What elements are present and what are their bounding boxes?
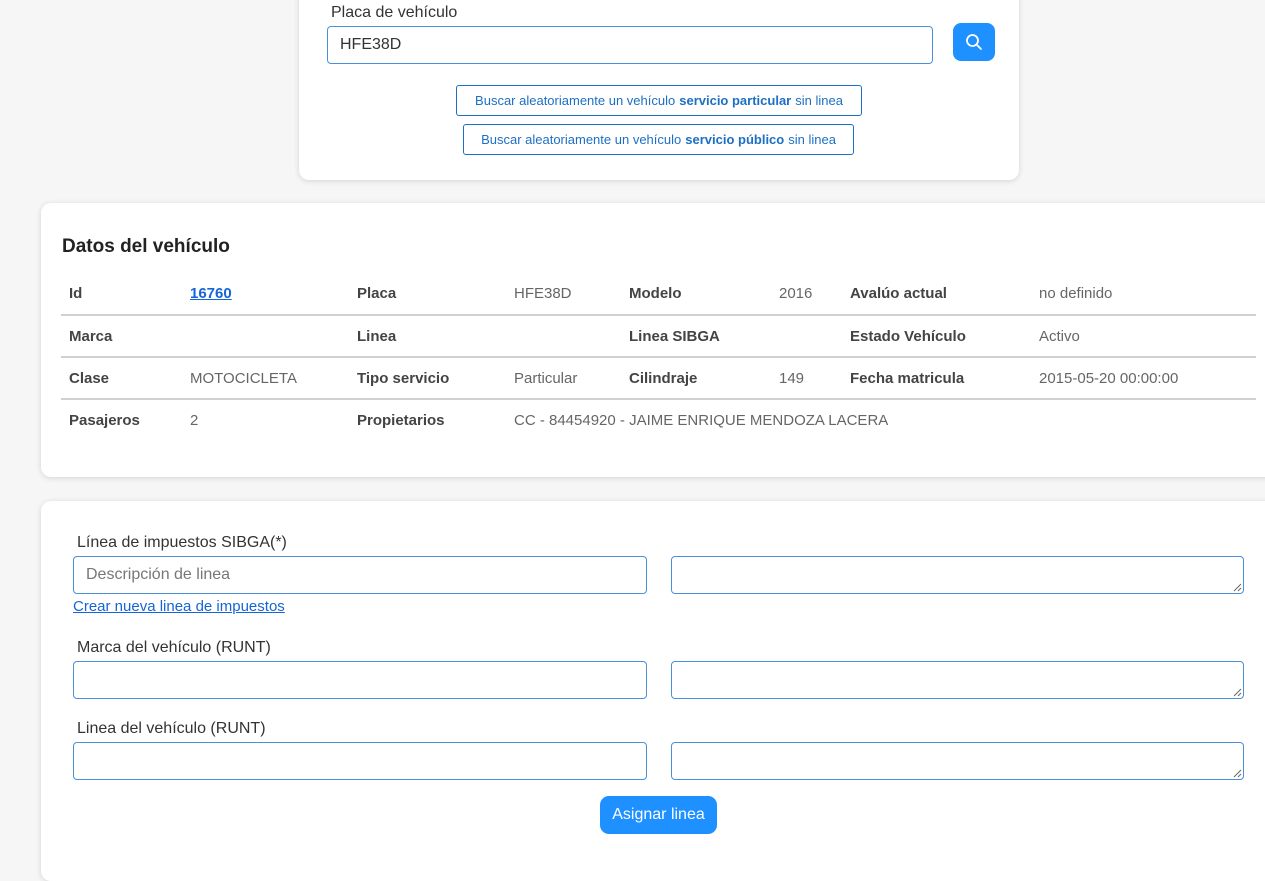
plate-label: Placa de vehículo — [331, 4, 458, 21]
linea-sibga-key: Linea SIBGA — [629, 327, 720, 345]
cilindraje-value: 149 — [779, 369, 805, 387]
pasajeros-value: 2 — [190, 412, 199, 429]
avaluo-key: Avalúo actual — [850, 285, 947, 302]
search-icon — [966, 34, 982, 50]
fecha-matricula-key: Fecha matricula — [850, 369, 965, 387]
vehicle-line-input[interactable] — [73, 742, 647, 780]
clase-value: MOTOCICLETA — [190, 369, 297, 387]
brand-label: Marca del vehículo (RUNT) — [77, 639, 271, 656]
resize-grip-icon — [1233, 688, 1242, 697]
id-value: 16760 — [182, 273, 349, 315]
random-publico-bold: servicio público — [685, 132, 785, 147]
table-row: Clase MOTOCICLETA Tipo servicio Particul… — [61, 357, 1256, 399]
estado-key: Estado Vehículo — [850, 327, 966, 345]
random-particular-suffix: sin linea — [795, 93, 843, 108]
modelo-value: 2016 — [779, 285, 813, 302]
avaluo-value: no definido — [1039, 285, 1113, 302]
search-button[interactable] — [953, 23, 995, 61]
linea-value — [506, 315, 621, 357]
vehicle-data-title: Datos del vehículo — [62, 236, 230, 257]
propietarios-value: CC - 84454920 - JAIME ENRIQUE MENDOZA LA… — [514, 412, 889, 429]
modelo-key: Modelo — [629, 285, 682, 302]
cilindraje-key: Cilindraje — [629, 369, 698, 387]
vehicle-data-table: Id 16760 Placa HFE38D Modelo 2016 Avalúo… — [61, 273, 1256, 441]
random-publico-button[interactable]: Buscar aleatoriamente un vehículo servic… — [463, 124, 854, 155]
create-tax-line-link[interactable]: Crear nueva linea de impuestos — [73, 598, 285, 615]
linea-sibga-value — [771, 315, 842, 357]
vehicle-data-card: Datos del vehículo Id 16760 Placa HFE38D… — [41, 203, 1265, 477]
tipo-servicio-key: Tipo servicio — [357, 369, 450, 387]
resize-grip-icon — [1233, 583, 1242, 592]
tax-line-placeholder: Descripción de linea — [86, 566, 231, 583]
assign-line-card: Línea de impuestos SIBGA(*) Descripción … — [41, 501, 1265, 881]
table-row: Pasajeros 2 Propietarios CC - 84454920 -… — [61, 399, 1256, 441]
vehicle-line-label: Linea del vehículo (RUNT) — [77, 720, 266, 737]
vehicle-line-description-textarea[interactable] — [671, 742, 1244, 780]
random-particular-button[interactable]: Buscar aleatoriamente un vehículo servic… — [456, 85, 862, 116]
placa-value: HFE38D — [514, 285, 572, 302]
random-publico-suffix: sin linea — [788, 132, 836, 147]
plate-input-value: HFE38D — [340, 36, 402, 53]
tax-line-label: Línea de impuestos SIBGA(*) — [77, 534, 287, 551]
table-row: Id 16760 Placa HFE38D Modelo 2016 Avalúo… — [61, 273, 1256, 315]
fecha-matricula-value: 2015-05-20 00:00:00 — [1039, 369, 1179, 387]
brand-input[interactable] — [73, 661, 647, 699]
search-card: Placa de vehículo HFE38D Buscar aleatori… — [299, 0, 1019, 180]
placa-key: Placa — [357, 285, 397, 302]
table-row: Marca Linea Linea SIBGA Estado Vehículo … — [61, 315, 1256, 357]
random-publico-text: Buscar aleatoriamente un vehículo — [481, 132, 682, 147]
brand-description-textarea[interactable] — [671, 661, 1244, 699]
linea-key: Linea — [357, 327, 397, 345]
estado-value: Activo — [1039, 327, 1080, 345]
marca-value — [182, 315, 349, 357]
resize-grip-icon — [1233, 769, 1242, 778]
tipo-servicio-value: Particular — [514, 369, 578, 387]
id-key: Id — [69, 285, 83, 302]
plate-input[interactable]: HFE38D — [327, 26, 933, 64]
assign-line-button[interactable]: Asignar linea — [600, 796, 717, 834]
pasajeros-key: Pasajeros — [69, 412, 140, 429]
marca-key: Marca — [69, 327, 113, 345]
clase-key: Clase — [69, 369, 110, 387]
tax-line-input[interactable]: Descripción de linea — [73, 556, 647, 594]
random-particular-bold: servicio particular — [679, 93, 792, 108]
vehicle-id-link[interactable]: 16760 — [190, 285, 232, 302]
propietarios-key: Propietarios — [357, 412, 445, 429]
random-particular-text: Buscar aleatoriamente un vehículo — [475, 93, 676, 108]
tax-line-description-textarea[interactable] — [671, 556, 1244, 594]
